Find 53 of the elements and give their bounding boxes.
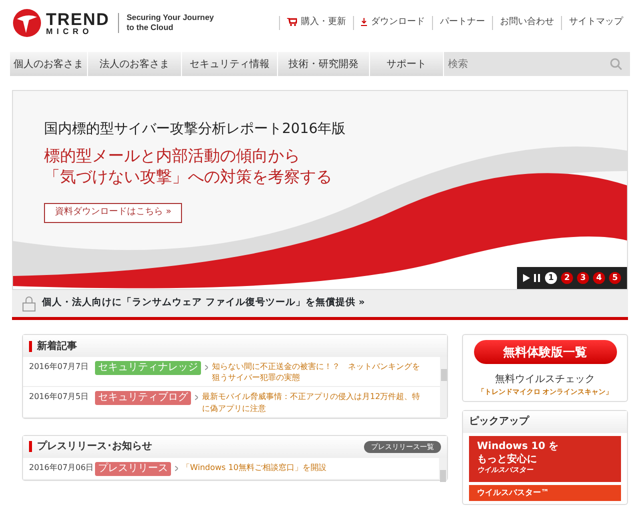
logo-wordmark-sub: MICRO xyxy=(46,28,94,36)
nav-tab[interactable]: 技術・研究開発 xyxy=(278,52,370,76)
date-text: 2016年07月7日 xyxy=(29,361,90,373)
lock-icon xyxy=(22,296,36,312)
banner-text: もっと安心に xyxy=(477,452,538,466)
article-link[interactable]: 最新モバイル脅威事情：不正アプリの侵入は月12万件超、特に偽アプリに注意 xyxy=(202,391,426,414)
download-icon xyxy=(361,18,367,26)
header-link[interactable]: 購入・更新 xyxy=(279,16,353,30)
header-link[interactable]: パートナー xyxy=(432,16,492,30)
caption-text: 無料ウイルスチェック xyxy=(494,372,596,387)
nav-tab[interactable]: 個人のお客さま xyxy=(10,52,88,76)
panel-title: プレスリリース･お知らせ xyxy=(37,439,152,454)
panel-title: ピックアップ xyxy=(469,414,529,429)
header-link[interactable]: サイトマップ xyxy=(561,16,630,30)
search-box[interactable]: 検索 xyxy=(444,52,630,76)
banner-text: Windows 10 を xyxy=(477,440,560,452)
title-bar-icon xyxy=(29,441,32,452)
scrollbar[interactable] xyxy=(439,458,447,480)
scrollbar[interactable] xyxy=(440,357,447,418)
search-icon[interactable] xyxy=(610,58,622,70)
slide-dot[interactable]: 3 xyxy=(577,272,589,284)
article-link[interactable]: 知らない間に不正送金の被害に！？ ネットバンキングを狙うサイバー犯罪の実態 xyxy=(212,361,426,384)
logo-icon xyxy=(12,8,42,38)
article-link[interactable]: 「Windows 10無料ご相談窓口」を開設 xyxy=(182,462,326,476)
logo-wordmark: TREND xyxy=(46,10,110,28)
header-link[interactable]: ダウンロード xyxy=(353,16,432,30)
slide-dot[interactable]: 2 xyxy=(561,272,573,284)
date-text: 2016年07月5日 xyxy=(29,391,90,404)
category-tag: セキュリティナレッジ xyxy=(95,361,201,375)
title-bar-icon xyxy=(29,340,32,352)
hero-subtitle: 「気づけない攻撃」への対策を考察する xyxy=(44,166,332,188)
nav-tab[interactable]: 法人のお客さま xyxy=(88,52,182,76)
slide-dot[interactable]: 5 xyxy=(609,272,621,284)
chevron-icon xyxy=(175,466,178,471)
slide-dot[interactable]: 1 xyxy=(545,272,557,284)
hero-title: 国内標的型サイバー攻撃分析レポート2016年版 xyxy=(44,120,346,139)
play-icon[interactable] xyxy=(523,274,530,282)
category-tag: プレスリリース xyxy=(95,462,171,476)
slide-dot[interactable]: 4 xyxy=(593,272,605,284)
download-button[interactable]: 資料ダウンロードはこちら » xyxy=(44,203,182,222)
nav-tab[interactable]: セキュリティ情報 xyxy=(182,52,278,76)
category-tag: セキュリティブログ xyxy=(95,391,191,406)
chevron-icon xyxy=(205,365,208,370)
free-trial-button[interactable]: 無料体験版一覧 xyxy=(474,340,616,364)
pause-icon[interactable] xyxy=(534,274,541,282)
promo-banner[interactable]: ウイルスバスター™ xyxy=(469,484,621,500)
date-text: 2016年07月06日 xyxy=(29,462,95,474)
cart-icon xyxy=(287,18,297,26)
header-link[interactable]: お問い合わせ xyxy=(492,16,561,30)
panel-title: 新着記事 xyxy=(37,339,77,354)
chevron-icon xyxy=(195,395,198,400)
tagline: Securing Your Journey to the Cloud xyxy=(118,13,223,33)
hero-subtitle: 標的型メールと内部活動の傾向から xyxy=(44,146,301,167)
